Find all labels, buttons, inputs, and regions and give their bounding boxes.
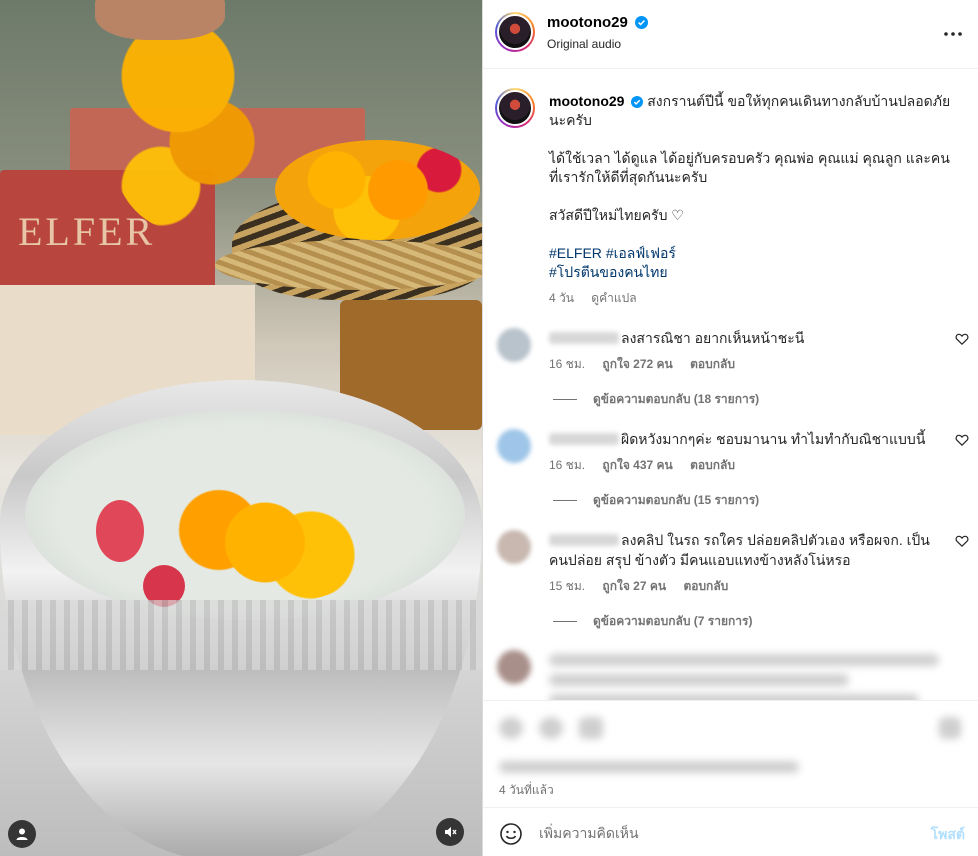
falling-petals (110, 10, 280, 230)
commenter-username-blurred[interactable] (549, 534, 619, 546)
basket-flowers (275, 140, 480, 240)
comment-input[interactable] (539, 822, 899, 844)
user-icon (16, 828, 28, 840)
post-date[interactable]: 4 วันที่แล้ว (499, 781, 554, 800)
heart-icon[interactable] (955, 534, 969, 548)
like-icon[interactable] (499, 717, 523, 739)
caption-avatar[interactable] (495, 88, 535, 128)
comments-scroll[interactable]: mootono29 สงกรานต์ปีนี้ ขอให้ทุกคนเดินทา… (483, 70, 978, 700)
commenter-username-blurred[interactable] (549, 332, 619, 344)
verified-badge-icon (631, 96, 644, 108)
product-box-label: ELFER (18, 209, 156, 254)
blurred-comment-text (549, 654, 939, 666)
view-replies-link[interactable]: ดูข้อความตอบกลับ (15 รายการ) (553, 491, 759, 510)
caption-line-2: ได้ใช้เวลา ได้ดูแล ได้อยู่กับครอบครัว คุ… (549, 150, 950, 185)
post-button[interactable]: โพสต์ (931, 824, 965, 846)
bowl-rim-pattern (0, 600, 482, 670)
blurred-comment-text (549, 674, 849, 686)
caption-line-3: สวัสดีปีใหม่ไทยครับ ♡ (549, 207, 684, 223)
post-media[interactable]: ELFER (0, 0, 482, 856)
caption-time[interactable]: 4 วัน (549, 291, 574, 305)
comment-meta: 15 ชม. ถูกใจ 27 คน ตอบกลับ (549, 577, 742, 596)
more-horizontal-icon (944, 32, 962, 36)
comment-meta: 16 ชม. ถูกใจ 437 คน ตอบกลับ (549, 456, 749, 475)
hand (95, 0, 225, 40)
author-username[interactable]: mootono29 (547, 14, 649, 31)
post-actions: 4 วันที่แล้ว (483, 700, 978, 808)
commenter-username-blurred[interactable] (549, 433, 619, 445)
hashtag-link[interactable]: #ELFER (549, 245, 602, 261)
comment-time[interactable]: 15 ชม. (549, 579, 585, 593)
commenter-avatar[interactable] (497, 650, 531, 684)
verified-badge-icon (635, 16, 649, 29)
audio-label[interactable]: Original audio (547, 37, 621, 51)
more-options-button[interactable] (941, 22, 965, 46)
tagged-users-button[interactable] (8, 820, 36, 848)
commenter-avatar[interactable] (497, 328, 531, 362)
commenter-avatar[interactable] (497, 429, 531, 463)
post-panel: mootono29 Original audio mootono29 สงกรา… (482, 0, 978, 856)
hashtag-link[interactable]: #เอลฟ์เฟอร์ (606, 245, 676, 261)
comment-time[interactable]: 16 ชม. (549, 357, 585, 371)
speaker-muted-icon (445, 827, 457, 837)
caption-username[interactable]: mootono29 (549, 93, 624, 109)
likes-summary-blurred (499, 761, 799, 773)
comment-time[interactable]: 16 ชม. (549, 458, 585, 472)
emoji-icon[interactable] (499, 822, 523, 846)
post-header: mootono29 Original audio (483, 0, 978, 69)
comment-meta: 16 ชม. ถูกใจ 272 คน ตอบกลับ (549, 355, 749, 374)
translate-link[interactable]: ดูคำแปล (591, 291, 636, 305)
add-comment-bar: โพสต์ (483, 807, 978, 856)
heart-icon[interactable] (955, 433, 969, 447)
comment-likes[interactable]: ถูกใจ 437 คน (602, 458, 672, 472)
reply-link[interactable]: ตอบกลับ (683, 579, 728, 593)
comment-likes[interactable]: ถูกใจ 27 คน (602, 579, 666, 593)
view-replies-link[interactable]: ดูข้อความตอบกลับ (18 รายการ) (553, 390, 759, 409)
comment-text: ผิดหวังมากๆค่ะ ชอบมานาน ทำไมทำกับณิชาแบบ… (549, 429, 939, 449)
author-avatar[interactable] (495, 12, 535, 52)
caption: mootono29 สงกรานต์ปีนี้ ขอให้ทุกคนเดินทา… (549, 92, 959, 282)
comment-text: ลงคลิป ในรถ รถใคร ปล่อยคลิปตัวเอง หรือผจ… (549, 532, 930, 568)
basket-rim (215, 240, 482, 290)
comment-text: ลงสารณิชา อยากเห็นหน้าชะนี (549, 328, 939, 348)
reply-link[interactable]: ตอบกลับ (690, 458, 735, 472)
reply-link[interactable]: ตอบกลับ (690, 357, 735, 371)
commenter-avatar[interactable] (497, 530, 531, 564)
mute-button[interactable] (436, 818, 464, 846)
hashtag-link[interactable]: #โปรตีนของคนไทย (549, 264, 668, 280)
save-icon[interactable] (939, 717, 961, 739)
comment-icon[interactable] (539, 717, 563, 739)
share-icon[interactable] (579, 717, 603, 739)
heart-icon[interactable] (955, 332, 969, 346)
view-replies-link[interactable]: ดูข้อความตอบกลับ (7 รายการ) (553, 612, 752, 631)
comment-likes[interactable]: ถูกใจ 272 คน (602, 357, 672, 371)
rose-petal (96, 500, 144, 562)
caption-meta: 4 วัน ดูคำแปล (549, 289, 651, 308)
